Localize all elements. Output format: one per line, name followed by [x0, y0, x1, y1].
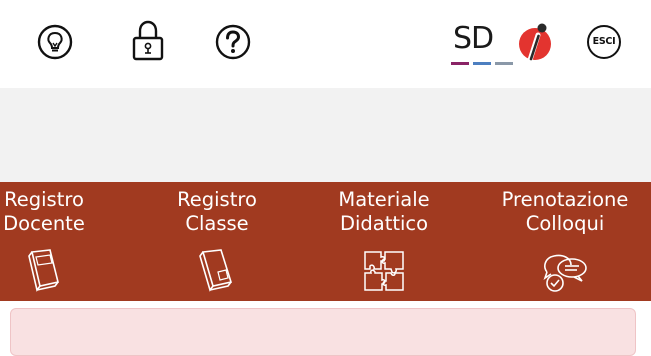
chat-bubbles-icon — [543, 254, 587, 292]
main-menu: Registro Docente Registro Classe Materia… — [0, 182, 651, 301]
logout-esci-icon[interactable]: ESCI — [587, 25, 621, 59]
menu-registro-docente[interactable]: Registro Docente — [0, 188, 114, 298]
register-book-icon — [28, 249, 59, 292]
menu-label-line1: Materiale — [338, 188, 430, 211]
menu-prenotazione-colloqui[interactable]: Prenotazione Colloqui — [480, 188, 650, 298]
lightbulb-icon[interactable] — [37, 24, 73, 60]
sub-header-bar — [0, 88, 651, 182]
alert-box — [10, 308, 636, 356]
top-bar: SD ESCI — [0, 0, 651, 88]
menu-label-line2: Docente — [3, 212, 85, 235]
menu-registro-classe[interactable]: Registro Classe — [152, 188, 282, 298]
menu-label-line1: Prenotazione — [501, 188, 629, 211]
info-i-logo[interactable] — [516, 22, 558, 64]
help-icon[interactable] — [215, 24, 251, 60]
logout-label: ESCI — [592, 36, 616, 47]
padlock-icon[interactable] — [131, 20, 165, 62]
puzzle-icon — [364, 251, 404, 291]
menu-materiale-didattico[interactable]: Materiale Didattico — [316, 188, 452, 298]
menu-label-line1: Registro — [4, 188, 84, 211]
menu-label-line2: Didattico — [339, 212, 429, 235]
menu-label-line2: Classe — [185, 212, 249, 235]
sd-logo-stripes — [451, 62, 513, 65]
sd-logo-text: SD — [453, 21, 494, 56]
sd-logo[interactable]: SD — [451, 22, 513, 66]
menu-label-line2: Colloqui — [525, 212, 605, 235]
menu-label-line1: Registro — [177, 188, 257, 211]
register-book-icon — [199, 249, 233, 292]
